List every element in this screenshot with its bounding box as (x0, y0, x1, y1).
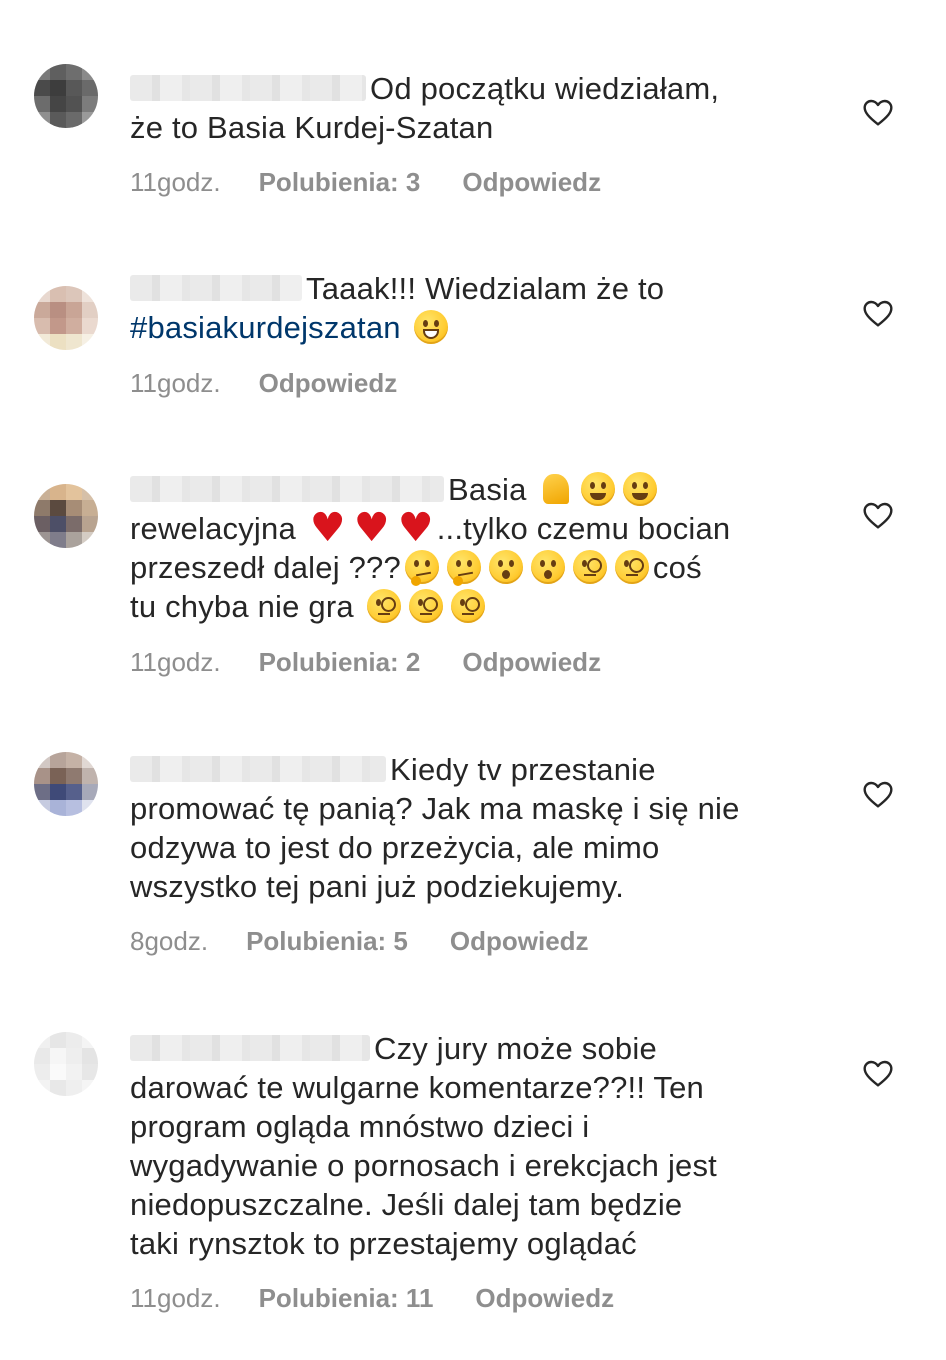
comment-text-line: taki rynsztok to przestajemy oglądać (130, 1226, 637, 1261)
comment-text-line: rewelacyjna (130, 511, 296, 546)
username-redacted[interactable] (130, 1035, 370, 1061)
comment-text-line: promować tę panią? Jak ma maskę i się ni… (130, 791, 740, 826)
heart-outline-icon[interactable] (862, 97, 894, 129)
flexed-biceps-emoji (539, 472, 573, 506)
avatar[interactable] (34, 286, 98, 350)
surprised-face-emoji (488, 550, 523, 584)
timestamp: 11godz. (130, 647, 221, 677)
likes-count[interactable]: Polubienia: 5 (246, 926, 408, 956)
thinking-face-emoji (446, 550, 481, 586)
grinning-face-emoji (413, 310, 448, 344)
username-redacted[interactable] (130, 756, 386, 782)
comment-text-line: coś (652, 550, 702, 585)
reply-button[interactable]: Odpowiedz (475, 1283, 614, 1313)
hashtag-link[interactable]: #basiakurdejszatan (130, 310, 401, 345)
comment-text-line: Kiedy tv przestanie (390, 752, 656, 787)
red-heart-emoji (353, 511, 390, 545)
heart-outline-icon[interactable] (862, 298, 894, 330)
heart-outline-icon[interactable] (862, 779, 894, 811)
heart-outline-icon[interactable] (862, 1058, 894, 1090)
comment-text: Kiedy tv przestanie promować tę panią? J… (130, 750, 820, 906)
comment-text: Basia rewelacyjna ...tylko czemu bocian … (130, 470, 820, 626)
comment-meta: 11godz. Polubienia: 2 Odpowiedz (130, 647, 601, 677)
comment-text-line: Basia (448, 472, 527, 507)
reply-button[interactable]: Odpowiedz (450, 926, 589, 956)
red-heart-emoji (397, 511, 434, 545)
username-redacted[interactable] (130, 75, 366, 101)
face-with-monocle-emoji (572, 550, 607, 584)
timestamp: 11godz. (130, 167, 221, 197)
comment-text-line: Taaak!!! Wiedzialam że to (306, 271, 665, 306)
avatar[interactable] (34, 1032, 98, 1096)
comment-text-line: darować te wulgarne komentarze??!! Ten (130, 1070, 704, 1105)
smiling-face-emoji (623, 472, 658, 506)
thinking-face-emoji (404, 550, 439, 586)
likes-count[interactable]: Polubienia: 11 (259, 1283, 434, 1313)
comment-meta: 11godz. Polubienia: 11 Odpowiedz (130, 1283, 614, 1313)
comment-text-line: tu chyba nie gra (130, 589, 354, 624)
username-redacted[interactable] (130, 275, 302, 301)
comment-text: Taaak!!! Wiedzialam że to #basiakurdejsz… (130, 269, 820, 347)
avatar[interactable] (34, 64, 98, 128)
face-with-monocle-emoji (366, 589, 401, 623)
comment-text-line: program ogląda mnóstwo dzieci i (130, 1109, 590, 1144)
face-with-monocle-emoji (614, 550, 649, 584)
username-redacted[interactable] (130, 476, 444, 502)
timestamp: 11godz. (130, 1283, 221, 1313)
likes-count[interactable]: Polubienia: 2 (259, 647, 421, 677)
reply-button[interactable]: Odpowiedz (462, 647, 601, 677)
red-heart-emoji (309, 511, 346, 545)
likes-count[interactable]: Polubienia: 3 (259, 167, 421, 197)
heart-outline-icon[interactable] (862, 500, 894, 532)
comment-text-line: że to Basia Kurdej-Szatan (130, 110, 494, 145)
comment-text-line: Od początku wiedziałam, (370, 71, 720, 106)
smiling-face-emoji (581, 472, 616, 506)
comment-text-line: ...tylko czemu bocian (436, 511, 731, 546)
timestamp: 11godz. (130, 368, 221, 398)
reply-button[interactable]: Odpowiedz (259, 368, 398, 398)
comment-text-line: Czy jury może sobie (374, 1031, 657, 1066)
comment-text: Czy jury może sobie darować te wulgarne … (130, 1029, 820, 1263)
reply-button[interactable]: Odpowiedz (462, 167, 601, 197)
comment-meta: 8godz. Polubienia: 5 Odpowiedz (130, 926, 589, 956)
comment-text: Od początku wiedziałam, że to Basia Kurd… (130, 69, 820, 147)
surprised-face-emoji (530, 550, 565, 584)
face-with-monocle-emoji (450, 589, 485, 623)
comment-text-line: wszystko tej pani już podziekujemy. (130, 869, 625, 904)
avatar[interactable] (34, 484, 98, 548)
face-with-monocle-emoji (408, 589, 443, 623)
timestamp: 8godz. (130, 926, 209, 956)
comment-text-line: odzywa to jest do przeżycia, ale mimo (130, 830, 660, 865)
comment-text-line: niedopuszczalne. Jeśli dalej tam będzie (130, 1187, 683, 1222)
comment-text-line: wygadywanie o pornosach i erekcjach jest (130, 1148, 717, 1183)
comment-meta: 11godz. Polubienia: 3 Odpowiedz (130, 167, 601, 197)
comment-text-line: przeszedł dalej ??? (130, 550, 401, 585)
avatar[interactable] (34, 752, 98, 816)
comment-meta: 11godz. Odpowiedz (130, 368, 397, 398)
